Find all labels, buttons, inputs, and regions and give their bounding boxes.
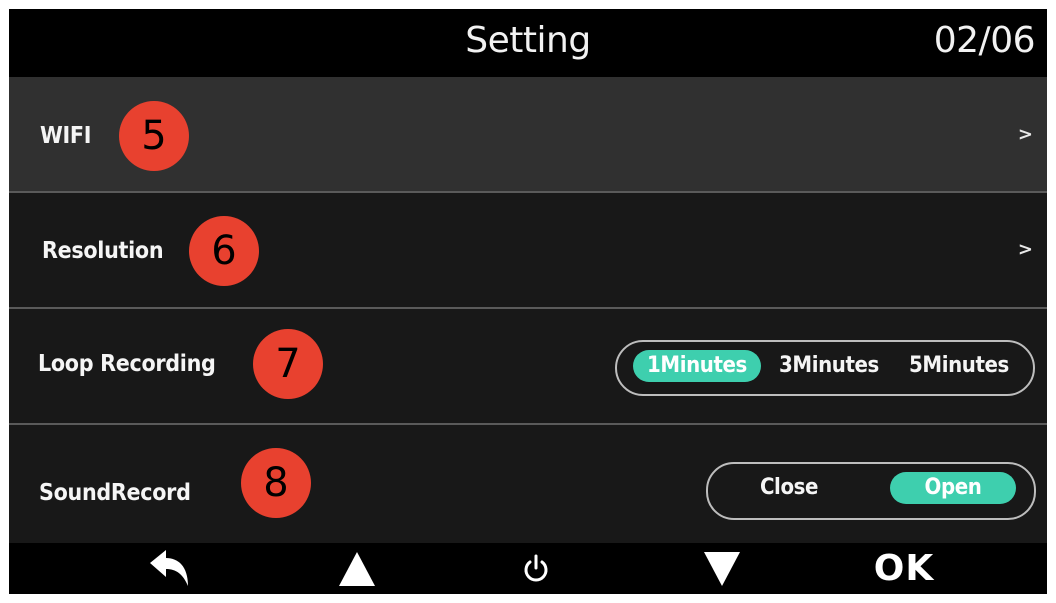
option-close[interactable]: Close [744, 472, 834, 504]
menu-item-label: Loop Recording [38, 351, 216, 377]
sound-record-toggle: Close Open [706, 462, 1036, 520]
page-indicator: 02/06 [933, 20, 1036, 61]
menu-item-sound-record[interactable]: SoundRecord Close Open [9, 425, 1047, 543]
option-1-minute[interactable]: 1Minutes [633, 350, 761, 382]
back-button[interactable] [134, 543, 204, 594]
power-icon [524, 554, 548, 581]
menu-item-loop-recording[interactable]: Loop Recording 1Minutes 3Minutes 5Minute… [9, 309, 1047, 423]
up-button[interactable] [322, 543, 392, 594]
annotation-marker: 8 [241, 448, 311, 518]
option-3-minutes[interactable]: 3Minutes [769, 350, 889, 382]
page-title: Setting [465, 20, 591, 61]
option-open[interactable]: Open [890, 472, 1016, 504]
header-bar: Setting 02/06 [9, 9, 1047, 77]
back-arrow-icon [150, 549, 188, 586]
down-button[interactable] [687, 543, 757, 594]
chevron-right-icon: > [1017, 124, 1033, 145]
loop-recording-selector: 1Minutes 3Minutes 5Minutes [615, 340, 1035, 396]
bottom-button-bar: OK [9, 543, 1047, 594]
menu-item-resolution[interactable]: Resolution > [9, 193, 1047, 307]
menu-item-label: WIFI [40, 123, 92, 149]
ok-label: OK [873, 548, 935, 589]
down-triangle-icon [704, 551, 740, 586]
power-button[interactable] [501, 543, 571, 594]
annotation-marker: 6 [189, 216, 259, 286]
up-triangle-icon [339, 551, 375, 586]
annotation-marker: 5 [119, 101, 189, 171]
option-5-minutes[interactable]: 5Minutes [897, 350, 1021, 382]
menu-item-label: SoundRecord [39, 480, 191, 506]
chevron-right-icon: > [1017, 239, 1033, 260]
settings-screen: Setting 02/06 WIFI > 5 Resolution > 6 Lo… [9, 9, 1047, 594]
ok-button[interactable]: OK [859, 543, 949, 594]
menu-item-label: Resolution [42, 238, 164, 264]
annotation-marker: 7 [253, 329, 323, 399]
